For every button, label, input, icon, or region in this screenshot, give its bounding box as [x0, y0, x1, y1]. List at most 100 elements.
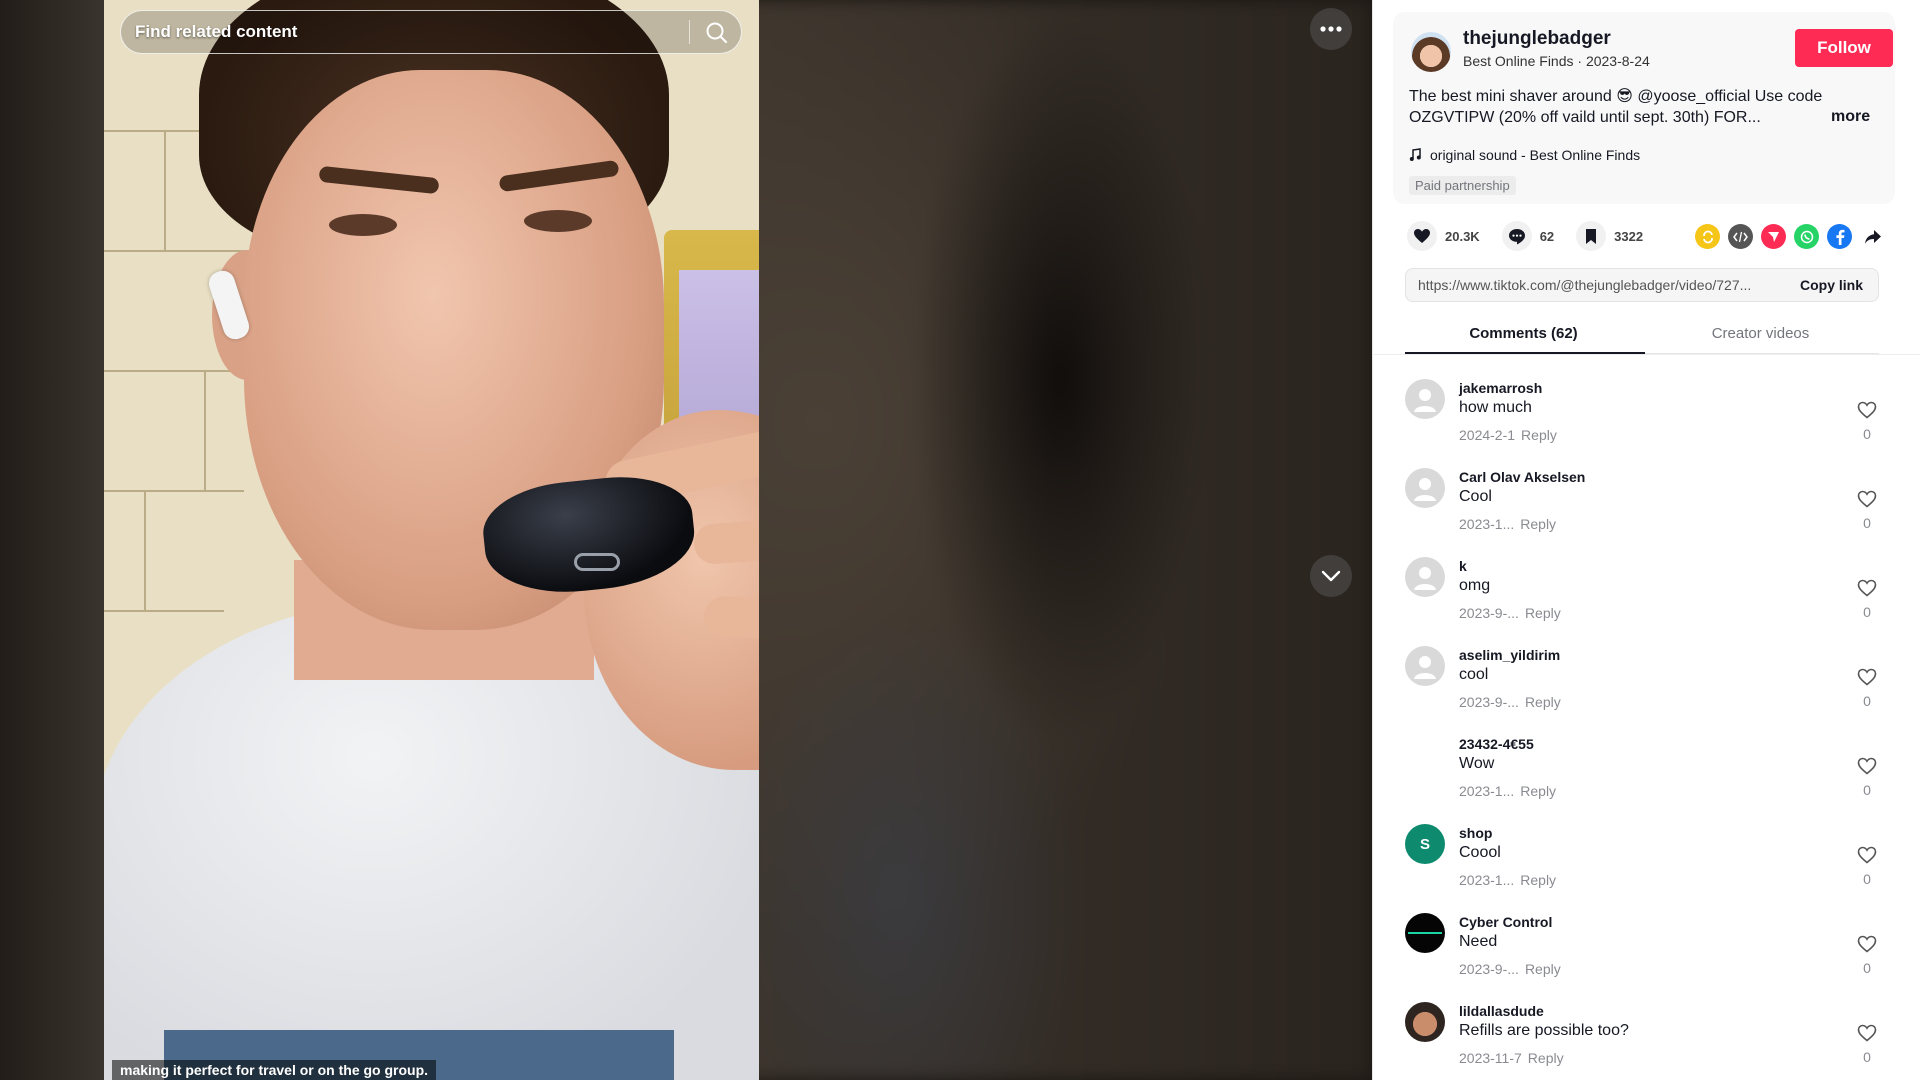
search-divider — [689, 20, 690, 44]
divider — [1373, 354, 1920, 355]
comment-like-count: 0 — [1863, 782, 1871, 798]
comment-like-button[interactable]: 0 — [1855, 935, 1879, 976]
comment-meta: 2024-2-1 Reply — [1459, 427, 1557, 443]
embed-icon — [1733, 231, 1748, 242]
heart-outline-icon — [1857, 490, 1877, 508]
comment-username[interactable]: k — [1459, 558, 1467, 574]
heart-outline-icon — [1857, 846, 1877, 864]
comment-date: 2023-9-... — [1459, 694, 1519, 710]
comment-date: 2024-2-1 — [1459, 427, 1516, 443]
comment-like-button[interactable]: 0 — [1855, 846, 1879, 887]
comment-avatar[interactable] — [1405, 557, 1445, 597]
search-input[interactable]: Find related content — [135, 11, 675, 52]
author-avatar[interactable] — [1411, 32, 1451, 72]
reply-button[interactable]: Reply — [1520, 783, 1556, 799]
comment-username[interactable]: jakemarrosh — [1459, 380, 1542, 396]
embed-button[interactable] — [1728, 224, 1753, 249]
reply-button[interactable]: Reply — [1525, 694, 1561, 710]
send-to-friends-button[interactable] — [1761, 224, 1786, 249]
comment-button[interactable] — [1501, 221, 1532, 251]
reply-button[interactable]: Reply — [1520, 516, 1556, 532]
comment-username[interactable]: shop — [1459, 825, 1492, 841]
comment-avatar[interactable] — [1405, 468, 1445, 508]
panel-tabs: Comments (62) Creator videos — [1405, 318, 1879, 354]
comment-like-button[interactable]: 0 — [1855, 757, 1879, 798]
comment-item: aselim_yildirim cool 2023-9-... Reply 0 — [1405, 635, 1879, 724]
reply-button[interactable]: Reply — [1521, 427, 1557, 443]
comment-username[interactable]: aselim_yildirim — [1459, 647, 1560, 663]
save-button[interactable] — [1576, 221, 1607, 251]
music-row[interactable]: original sound - Best Online Finds — [1409, 147, 1640, 163]
comment-text: Need — [1459, 933, 1498, 950]
repost-button[interactable] — [1695, 224, 1720, 249]
comment-avatar[interactable] — [1405, 646, 1445, 686]
post-description: The best mini shaver around 😎 @yoose_off… — [1409, 88, 1823, 126]
tab-comments[interactable]: Comments (62) — [1405, 325, 1642, 342]
comment-like-count: 0 — [1863, 426, 1871, 442]
comment-meta: 2023-9-... Reply — [1459, 961, 1561, 977]
search-bar[interactable]: Find related content — [120, 10, 742, 54]
comment-date: 2023-1... — [1459, 783, 1515, 799]
avatar-letter: S — [1419, 835, 1430, 853]
comment-stat[interactable]: 62 — [1501, 221, 1554, 251]
author-username[interactable]: thejunglebadger — [1463, 28, 1611, 50]
facebook-share-button[interactable] — [1827, 224, 1852, 249]
send-icon — [1768, 232, 1779, 242]
comment-avatar[interactable]: S — [1405, 824, 1445, 864]
video-frame[interactable] — [104, 0, 759, 1080]
meta-separator: · — [1577, 53, 1586, 69]
reply-button[interactable]: Reply — [1528, 1050, 1564, 1066]
wall-tile-line — [104, 370, 244, 372]
next-video-button[interactable] — [1310, 555, 1352, 597]
copy-link-box: https://www.tiktok.com/@thejunglebadger/… — [1405, 268, 1879, 302]
more-share-button[interactable] — [1860, 224, 1885, 249]
video-link-url[interactable]: https://www.tiktok.com/@thejunglebadger/… — [1418, 277, 1778, 293]
paid-partnership-badge: Paid partnership — [1409, 176, 1516, 195]
comment-date: 2023-9-... — [1459, 961, 1519, 977]
comment-avatar[interactable] — [1405, 913, 1445, 953]
follow-button[interactable]: Follow — [1795, 29, 1893, 67]
comment-like-count: 0 — [1863, 604, 1871, 620]
wall-tile-line — [104, 610, 224, 612]
comment-username[interactable]: lildallasdude — [1459, 1003, 1544, 1019]
search-button[interactable] — [703, 19, 731, 47]
comment-username[interactable]: 23432-4€55 — [1459, 736, 1534, 752]
comment-item: Carl Olav Akselsen Cool 2023-1... Reply 0 — [1405, 457, 1879, 546]
comment-avatar[interactable] — [1405, 735, 1445, 775]
details-panel: thejunglebadger Best Online Finds · 2023… — [1372, 0, 1920, 1080]
comment-like-button[interactable]: 0 — [1855, 401, 1879, 442]
comment-avatar[interactable] — [1405, 1002, 1445, 1042]
eye — [524, 210, 592, 232]
comment-username[interactable]: Carl Olav Akselsen — [1459, 469, 1585, 485]
video-player[interactable]: Find related content making it perfect f… — [0, 0, 1372, 1080]
reply-button[interactable]: Reply — [1520, 872, 1556, 888]
like-stat[interactable]: 20.3K — [1407, 221, 1480, 251]
comment-text: Wow — [1459, 755, 1495, 772]
comment-like-button[interactable]: 0 — [1855, 579, 1879, 620]
comment-like-count: 0 — [1863, 515, 1871, 531]
comment-like-count: 0 — [1863, 693, 1871, 709]
comment-meta: 2023-9-... Reply — [1459, 605, 1561, 621]
comment-like-count: 0 — [1863, 871, 1871, 887]
comment-username[interactable]: Cyber Control — [1459, 914, 1552, 930]
comment-avatar[interactable] — [1405, 379, 1445, 419]
comment-text: how much — [1459, 399, 1532, 416]
comment-like-button[interactable]: 0 — [1855, 490, 1879, 531]
reply-button[interactable]: Reply — [1525, 961, 1561, 977]
post-info-card: thejunglebadger Best Online Finds · 2023… — [1393, 12, 1895, 204]
comment-like-button[interactable]: 0 — [1855, 1024, 1879, 1065]
copy-link-button[interactable]: Copy link — [1800, 277, 1863, 293]
tab-creator-videos[interactable]: Creator videos — [1642, 325, 1879, 342]
reply-button[interactable]: Reply — [1525, 605, 1561, 621]
like-button[interactable] — [1407, 221, 1437, 251]
heart-outline-icon — [1857, 1024, 1877, 1042]
description-more-button[interactable]: more — [1831, 108, 1870, 126]
heart-outline-icon — [1857, 401, 1877, 419]
whatsapp-share-button[interactable] — [1794, 224, 1819, 249]
more-options-button[interactable] — [1310, 8, 1352, 50]
comment-like-button[interactable]: 0 — [1855, 668, 1879, 709]
comment-date: 2023-1... — [1459, 516, 1515, 532]
save-stat[interactable]: 3322 — [1576, 221, 1643, 251]
music-title[interactable]: original sound - Best Online Finds — [1430, 147, 1640, 163]
brand-logo-icon — [1408, 932, 1442, 934]
